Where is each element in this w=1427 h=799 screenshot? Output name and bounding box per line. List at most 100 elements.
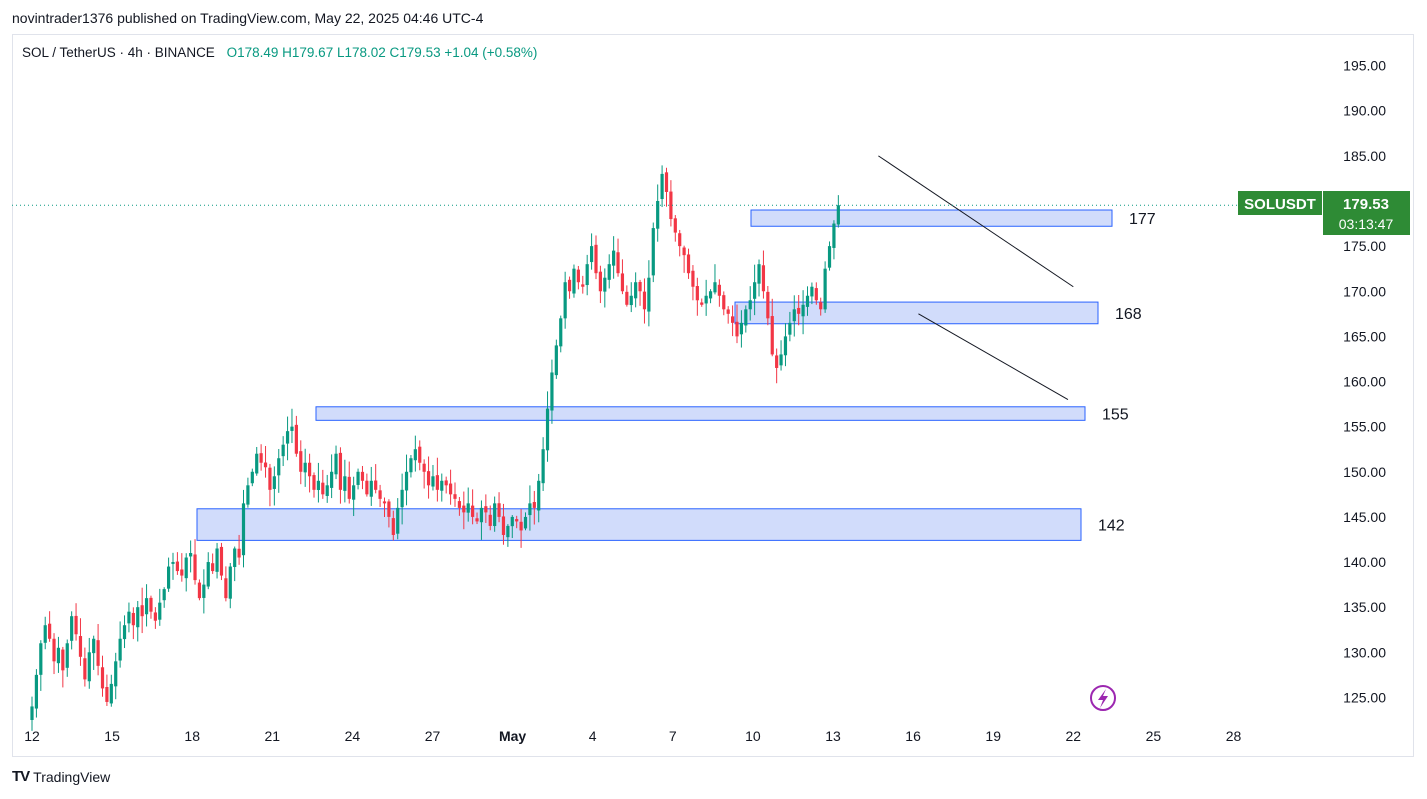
tradingview-logo-icon: TV: [12, 768, 30, 785]
candle-body: [131, 612, 135, 626]
candle: [140, 587, 144, 634]
candle: [52, 633, 56, 675]
candle: [338, 447, 343, 504]
candle-body: [603, 277, 607, 292]
footer[interactable]: TV TradingView: [12, 768, 110, 785]
candle: [114, 652, 118, 700]
candle-body: [206, 562, 210, 587]
candle-body: [70, 616, 74, 641]
candle: [572, 264, 576, 298]
y-tick-label: 130.00: [1343, 644, 1386, 660]
x-tick-label: 28: [1226, 728, 1242, 744]
candle: [285, 416, 290, 461]
candle-body: [753, 282, 757, 299]
price-axis: 195.00190.00185.00180.00175.00170.00165.…: [1343, 58, 1386, 706]
price-chart[interactable]: 177168155142 195.00190.00185.00180.00175…: [0, 0, 1427, 799]
candle: [576, 265, 580, 290]
candle-body: [334, 453, 338, 475]
candle: [404, 454, 409, 506]
candle-body: [418, 446, 422, 463]
candle: [184, 553, 188, 592]
candle: [166, 557, 171, 592]
candle-body: [175, 561, 180, 572]
candle: [268, 463, 272, 507]
candle-body: [651, 228, 655, 276]
candle: [246, 477, 250, 508]
candle-body: [114, 661, 118, 687]
candle-body: [735, 321, 739, 337]
candle: [656, 184, 660, 242]
candle-body: [510, 516, 514, 527]
candle-body: [462, 505, 466, 513]
x-tick-label: 21: [265, 728, 281, 744]
zone-177: [750, 209, 1113, 227]
candle: [263, 446, 268, 478]
candle-body: [30, 706, 34, 720]
candle-body: [775, 355, 779, 368]
candle: [92, 635, 96, 670]
candle-body: [581, 284, 585, 287]
x-tick-label: 27: [425, 728, 441, 744]
candle-body: [193, 554, 197, 581]
candle-body: [369, 480, 373, 497]
candle: [567, 276, 572, 299]
y-tick-label: 135.00: [1343, 599, 1386, 615]
candle-body: [550, 372, 554, 411]
candle: [695, 277, 699, 316]
y-tick-label: 175.00: [1343, 238, 1386, 254]
candle-body: [83, 658, 87, 680]
lightning-icon[interactable]: [1090, 685, 1116, 711]
candle: [704, 279, 708, 316]
candle: [682, 245, 686, 273]
candle-body: [105, 687, 109, 702]
y-tick-label: 155.00: [1343, 419, 1386, 435]
candle: [321, 469, 325, 499]
x-tick-label: 19: [985, 728, 1001, 744]
x-tick-label: 4: [589, 728, 597, 744]
candle-body: [171, 562, 175, 564]
candle: [541, 437, 545, 491]
candle-body: [532, 502, 536, 508]
candle: [669, 180, 673, 227]
candle-body: [74, 615, 78, 635]
candle: [713, 264, 717, 295]
x-tick-label: 13: [825, 728, 841, 744]
candle: [180, 553, 184, 582]
candle: [647, 260, 651, 327]
candle: [48, 611, 52, 642]
candle-body: [197, 582, 202, 599]
candle-body: [563, 282, 567, 319]
candle-body: [497, 503, 501, 517]
candle-body: [836, 205, 840, 225]
candle: [563, 271, 567, 329]
candle-body: [814, 288, 818, 301]
candle-body: [686, 254, 691, 274]
candle-body: [501, 516, 506, 535]
candle: [206, 552, 210, 590]
candle-body: [638, 281, 642, 292]
candle: [228, 562, 232, 609]
candle: [625, 285, 629, 307]
candle-body: [484, 506, 488, 513]
candle: [598, 265, 603, 304]
x-tick-label: 22: [1066, 728, 1082, 744]
symbol-tag-text: SOLUSDT: [1244, 196, 1316, 213]
x-tick-label: 7: [669, 728, 677, 744]
candle: [603, 268, 607, 308]
candle: [299, 440, 303, 485]
candle-body: [537, 480, 541, 511]
candle-body: [409, 458, 413, 473]
candle: [801, 290, 805, 335]
candle-body: [228, 566, 232, 599]
candle: [290, 408, 294, 444]
candle-body: [827, 246, 832, 268]
candle: [413, 435, 417, 472]
candle: [189, 540, 193, 573]
candle-body: [237, 548, 241, 558]
candle: [686, 248, 691, 279]
candle-body: [572, 268, 576, 294]
y-tick-label: 185.00: [1343, 148, 1386, 164]
candle-body: [761, 265, 766, 292]
candle: [250, 468, 254, 487]
candle-body: [34, 674, 39, 709]
